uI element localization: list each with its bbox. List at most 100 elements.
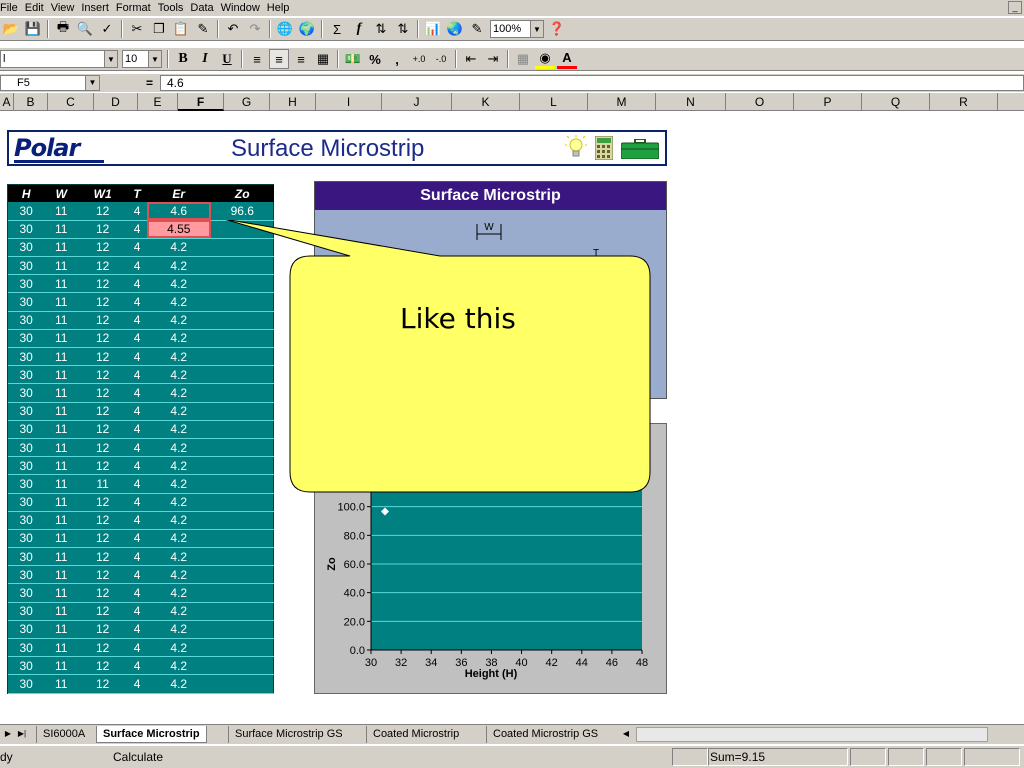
table-cell[interactable]: 12: [78, 220, 128, 239]
align-right-icon[interactable]: ≡: [291, 49, 311, 69]
table-cell[interactable]: 11: [44, 620, 79, 640]
table-cell[interactable]: 11: [44, 383, 79, 403]
table-cell[interactable]: 30: [8, 402, 45, 421]
table-cell[interactable]: 4: [127, 256, 148, 276]
worksheet[interactable]: Polar Surface Microstrip H W W1 T Er Zo …: [0, 112, 1024, 724]
table-cell[interactable]: 4: [127, 347, 148, 367]
table-cell[interactable]: [210, 620, 274, 640]
menu-view[interactable]: View: [51, 2, 81, 14]
table-cell[interactable]: 4: [127, 529, 148, 549]
table-cell[interactable]: 4.55: [147, 220, 211, 239]
table-cell[interactable]: 30: [8, 420, 45, 439]
header-t[interactable]: T: [127, 185, 148, 202]
table-cell[interactable]: 12: [78, 547, 128, 567]
table-cell[interactable]: [210, 656, 274, 676]
column-header-n[interactable]: N: [656, 93, 726, 111]
menu-window[interactable]: Window: [221, 2, 266, 14]
underline-icon[interactable]: U: [217, 49, 237, 69]
table-cell[interactable]: 30: [8, 583, 45, 603]
table-cell[interactable]: 4.2: [147, 638, 211, 658]
table-cell[interactable]: 4.2: [147, 383, 211, 403]
table-cell[interactable]: 12: [78, 583, 128, 603]
table-cell[interactable]: 30: [8, 292, 45, 312]
table-cell[interactable]: 4.2: [147, 656, 211, 676]
table-cell[interactable]: 30: [8, 602, 45, 621]
table-cell[interactable]: 12: [78, 256, 128, 276]
table-cell[interactable]: 4: [127, 365, 148, 385]
table-cell[interactable]: 30: [8, 493, 45, 512]
table-cell[interactable]: 11: [44, 456, 79, 476]
italic-icon[interactable]: I: [195, 49, 215, 69]
header-w[interactable]: W: [44, 185, 79, 202]
table-cell[interactable]: 12: [78, 602, 128, 621]
table-cell[interactable]: 4.2: [147, 529, 211, 549]
table-cell[interactable]: [210, 565, 274, 585]
table-cell[interactable]: [210, 529, 274, 549]
table-cell[interactable]: 4.2: [147, 583, 211, 603]
column-header-i[interactable]: I: [316, 93, 382, 111]
decrease-decimal-icon[interactable]: -.0: [431, 49, 451, 69]
table-cell[interactable]: 4: [127, 329, 148, 349]
table-cell[interactable]: 4.2: [147, 311, 211, 330]
menu-tools[interactable]: Tools: [158, 2, 190, 14]
table-cell[interactable]: 4.2: [147, 292, 211, 312]
table-cell[interactable]: 30: [8, 274, 45, 294]
header-er[interactable]: Er: [147, 185, 211, 202]
comma-icon[interactable]: ,: [387, 49, 407, 69]
table-cell[interactable]: 30: [8, 329, 45, 349]
font-name-select[interactable]: l ▼: [0, 50, 118, 68]
menu-file[interactable]: File: [0, 2, 24, 14]
table-cell[interactable]: 12: [78, 565, 128, 585]
font-size-select[interactable]: 10 ▼: [122, 50, 162, 68]
sort-ascending-icon[interactable]: ⇅: [371, 19, 391, 39]
table-cell[interactable]: 11: [44, 365, 79, 385]
align-center-icon[interactable]: ≡: [269, 49, 289, 69]
table-cell[interactable]: 11: [44, 274, 79, 294]
table-cell[interactable]: 30: [8, 620, 45, 640]
align-left-icon[interactable]: ≡: [247, 49, 267, 69]
column-header-f[interactable]: F: [178, 93, 224, 111]
menu-edit[interactable]: Edit: [25, 2, 50, 14]
bold-icon[interactable]: B: [173, 49, 193, 69]
table-cell[interactable]: 12: [78, 347, 128, 367]
column-header-m[interactable]: M: [588, 93, 656, 111]
paste-icon[interactable]: 📋: [171, 19, 191, 39]
table-cell[interactable]: 4: [127, 311, 148, 330]
table-cell[interactable]: 11: [44, 402, 79, 421]
window-minimize-button[interactable]: _: [1008, 1, 1022, 14]
table-cell[interactable]: 4: [127, 402, 148, 421]
sheet-tab-si6000a[interactable]: SI6000A: [36, 726, 91, 743]
web-toolbar-icon[interactable]: 🌍: [297, 19, 317, 39]
zoom-select[interactable]: 100% ▼: [490, 20, 544, 38]
header-zo[interactable]: Zo: [210, 185, 274, 202]
currency-icon[interactable]: 💵: [343, 49, 363, 69]
table-cell[interactable]: 12: [78, 420, 128, 439]
menu-help[interactable]: Help: [267, 2, 296, 14]
table-cell[interactable]: 30: [8, 511, 45, 530]
increase-decimal-icon[interactable]: +.0: [409, 49, 429, 69]
table-cell[interactable]: 4: [127, 511, 148, 530]
table-cell[interactable]: 4: [127, 474, 148, 494]
table-cell[interactable]: 12: [78, 438, 128, 458]
table-cell[interactable]: 11: [44, 220, 79, 239]
column-header-r[interactable]: R: [930, 93, 998, 111]
table-cell[interactable]: [210, 674, 274, 694]
table-cell[interactable]: 4: [127, 202, 148, 221]
table-cell[interactable]: 30: [8, 565, 45, 585]
table-cell[interactable]: [210, 511, 274, 530]
table-cell[interactable]: 12: [78, 493, 128, 512]
table-cell[interactable]: 4: [127, 565, 148, 585]
table-cell[interactable]: 12: [78, 620, 128, 640]
table-cell[interactable]: 4.2: [147, 420, 211, 439]
column-header-k[interactable]: K: [452, 93, 520, 111]
table-cell[interactable]: 12: [78, 238, 128, 258]
autosum-icon[interactable]: Σ: [327, 19, 347, 39]
table-cell[interactable]: 30: [8, 202, 45, 221]
table-cell[interactable]: 12: [78, 674, 128, 694]
fill-color-icon[interactable]: ◉: [535, 49, 555, 69]
copy-icon[interactable]: ❐: [149, 19, 169, 39]
table-cell[interactable]: 4: [127, 583, 148, 603]
table-cell[interactable]: 30: [8, 456, 45, 476]
table-cell[interactable]: 4: [127, 620, 148, 640]
table-cell[interactable]: 4: [127, 292, 148, 312]
